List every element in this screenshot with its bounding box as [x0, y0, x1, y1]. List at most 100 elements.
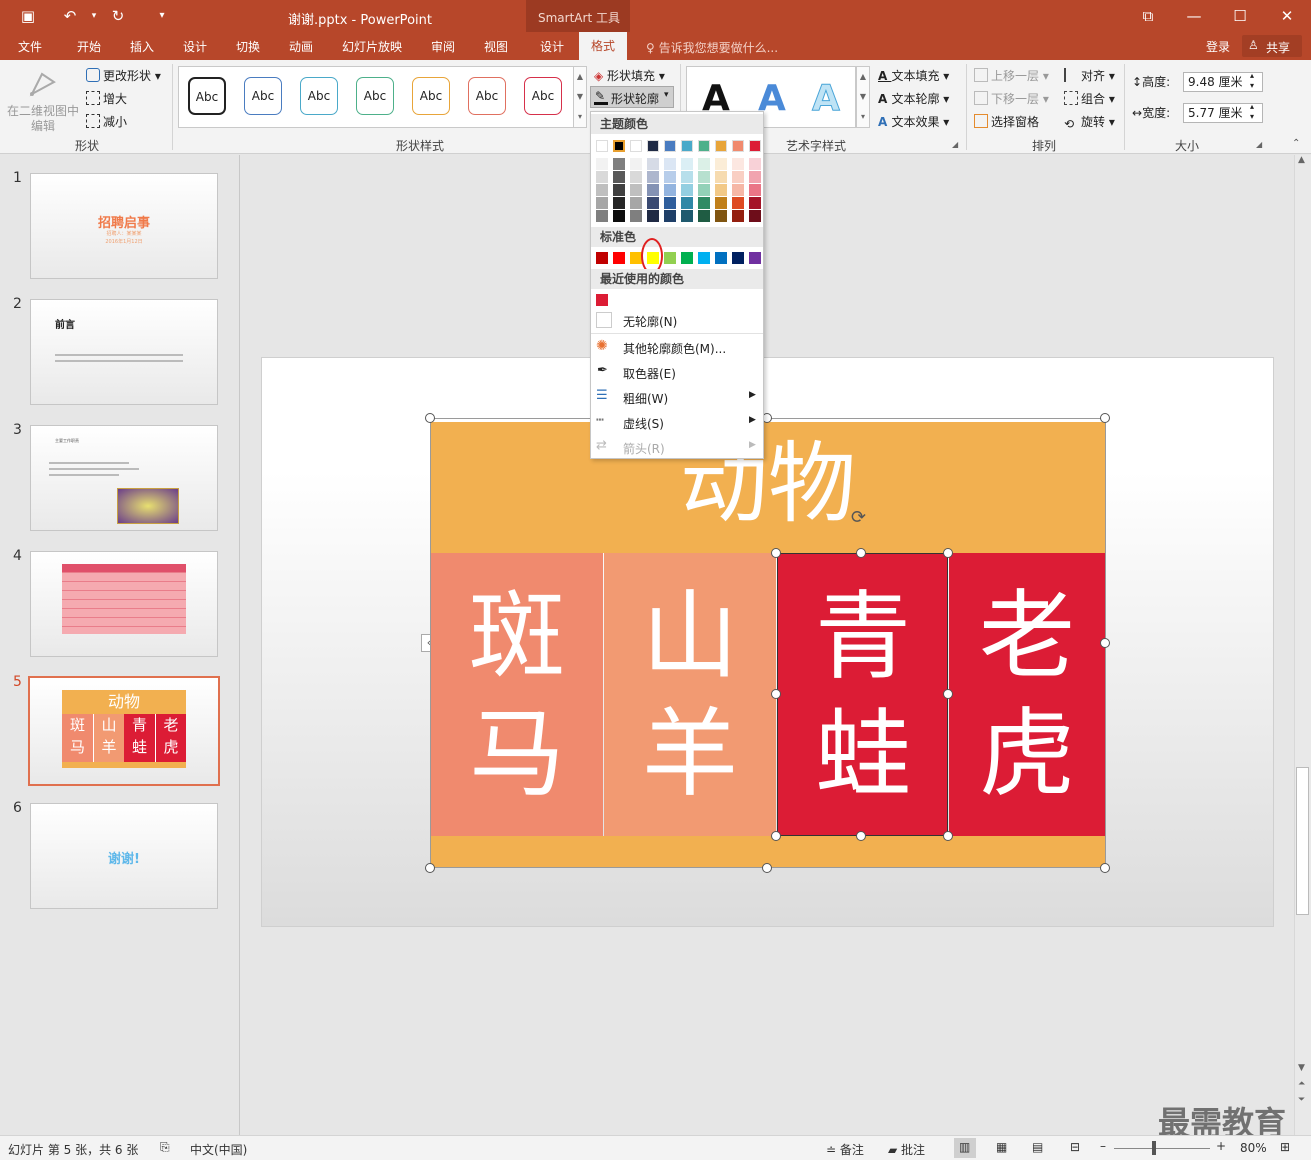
- resize-handle[interactable]: [425, 413, 435, 423]
- theme-color-swatch[interactable]: [647, 171, 659, 183]
- resize-handle[interactable]: [943, 831, 953, 841]
- theme-color-swatch[interactable]: [630, 171, 642, 183]
- text-effect-button[interactable]: A 文本效果 ▾: [878, 113, 949, 130]
- theme-color-swatch[interactable]: [715, 210, 727, 222]
- shape-style-1[interactable]: Abc: [188, 77, 226, 115]
- tab-transitions[interactable]: 切换: [236, 38, 260, 55]
- theme-color-swatch[interactable]: [732, 140, 744, 152]
- tab-view[interactable]: 视图: [484, 38, 508, 55]
- smartart-header-shape[interactable]: 动物: [431, 422, 1105, 553]
- resize-handle[interactable]: [943, 548, 953, 558]
- theme-color-swatch[interactable]: [596, 140, 608, 152]
- theme-color-swatch[interactable]: [596, 197, 608, 209]
- group-button[interactable]: 组合 ▾: [1064, 90, 1115, 107]
- resize-handle[interactable]: [425, 863, 435, 873]
- undo-icon[interactable]: ↶: [60, 6, 80, 26]
- theme-color-swatch[interactable]: [596, 210, 608, 222]
- theme-color-swatch[interactable]: [664, 210, 676, 222]
- theme-color-swatch[interactable]: [715, 158, 727, 170]
- dialog-launcher-icon[interactable]: ◢: [952, 140, 958, 149]
- shape-style-7[interactable]: Abc: [524, 77, 562, 115]
- collapse-ribbon-icon[interactable]: ⌃: [1292, 138, 1300, 149]
- slide-thumbnail-1[interactable]: 招聘启事 招聘人：某某某 2016年1月12日: [30, 173, 218, 279]
- rotate-handle-icon[interactable]: ⟳: [851, 507, 866, 528]
- resize-handle[interactable]: [1100, 638, 1110, 648]
- theme-color-swatch[interactable]: [732, 171, 744, 183]
- theme-color-swatch[interactable]: [698, 197, 710, 209]
- customize-toolbar-icon[interactable]: ▾: [152, 6, 172, 26]
- spellcheck-icon[interactable]: ⎘: [160, 1140, 170, 1155]
- slide-thumbnail-2[interactable]: 前言: [30, 299, 218, 405]
- theme-color-swatch[interactable]: [749, 210, 761, 222]
- theme-color-swatch[interactable]: [630, 184, 642, 196]
- edit-2d-button[interactable]: 在二维视图中编辑: [6, 66, 79, 136]
- shape-style-3[interactable]: Abc: [300, 77, 338, 115]
- undo-dropdown-icon[interactable]: ▾: [84, 6, 104, 26]
- theme-color-swatch[interactable]: [681, 140, 693, 152]
- resize-handle[interactable]: [771, 689, 781, 699]
- theme-color-swatch[interactable]: [596, 158, 608, 170]
- theme-color-swatch[interactable]: [630, 210, 642, 222]
- resize-handle[interactable]: [762, 863, 772, 873]
- resize-handle[interactable]: [943, 689, 953, 699]
- tell-me-box[interactable]: ♀ 告诉我您想要做什么...: [646, 39, 778, 56]
- next-slide-icon[interactable]: ⏷: [1298, 1095, 1305, 1105]
- standard-color-swatch[interactable]: [732, 252, 744, 264]
- theme-color-swatch[interactable]: [613, 158, 625, 170]
- tab-animations[interactable]: 动画: [289, 38, 313, 55]
- theme-color-swatch[interactable]: [698, 158, 710, 170]
- wordart-style-3[interactable]: A: [812, 78, 841, 120]
- standard-color-swatch[interactable]: [613, 252, 625, 264]
- text-fill-button[interactable]: A 文本填充 ▾: [878, 67, 949, 84]
- theme-color-swatch[interactable]: [630, 197, 642, 209]
- redo-icon[interactable]: ↻: [108, 6, 128, 26]
- theme-color-swatch[interactable]: [664, 184, 676, 196]
- smartart-cell-frog-selected[interactable]: 青 蛙: [777, 553, 948, 836]
- theme-color-swatch[interactable]: [596, 171, 608, 183]
- resize-handle[interactable]: [1100, 413, 1110, 423]
- smartart-cell-tiger[interactable]: 老 虎: [949, 553, 1105, 836]
- smartart-cell-zebra[interactable]: 斑 马: [431, 553, 603, 836]
- minimize-icon[interactable]: —: [1184, 6, 1204, 26]
- dashes-item[interactable]: 虚线(S): [623, 415, 664, 432]
- enlarge-button[interactable]: 增大: [86, 90, 127, 107]
- tab-smartart-design[interactable]: 设计: [540, 38, 564, 55]
- theme-color-swatch[interactable]: [715, 140, 727, 152]
- width-spinner[interactable]: ▴ ▾: [1250, 102, 1254, 122]
- tab-home[interactable]: 开始: [77, 38, 101, 55]
- slide-sorter-icon[interactable]: ▦: [996, 1140, 1007, 1154]
- theme-color-swatch[interactable]: [749, 197, 761, 209]
- normal-view-button[interactable]: ▥: [954, 1138, 976, 1158]
- align-button[interactable]: 对齐 ▾: [1064, 67, 1115, 84]
- language-indicator[interactable]: 中文(中国): [190, 1141, 247, 1158]
- theme-color-swatch[interactable]: [647, 140, 659, 152]
- resize-handle[interactable]: [771, 831, 781, 841]
- scroll-up-icon[interactable]: ▲: [1298, 155, 1305, 165]
- zoom-slider[interactable]: [1114, 1148, 1210, 1149]
- text-outline-button[interactable]: A 文本轮廓 ▾: [878, 90, 949, 107]
- shape-style-2[interactable]: Abc: [244, 77, 282, 115]
- comments-button[interactable]: ▰ 批注: [888, 1141, 925, 1158]
- size-dialog-launcher-icon[interactable]: ◢: [1256, 140, 1262, 149]
- tab-review[interactable]: 审阅: [431, 38, 455, 55]
- rotate-button[interactable]: ⟲ 旋转 ▾: [1064, 113, 1115, 131]
- arrows-item[interactable]: 箭头(R): [623, 440, 665, 457]
- theme-color-swatch[interactable]: [749, 184, 761, 196]
- fit-to-window-icon[interactable]: ⊞: [1280, 1140, 1290, 1154]
- more-outline-colors-item[interactable]: 其他轮廓颜色(M)...: [623, 340, 726, 357]
- shape-style-5[interactable]: Abc: [412, 77, 450, 115]
- zoom-level[interactable]: 80%: [1240, 1141, 1267, 1155]
- slide-thumbnail-3[interactable]: 主要工作职责: [30, 425, 218, 531]
- theme-color-swatch[interactable]: [749, 171, 761, 183]
- tab-insert[interactable]: 插入: [130, 38, 154, 55]
- theme-color-swatch[interactable]: [715, 184, 727, 196]
- theme-color-swatch[interactable]: [647, 158, 659, 170]
- theme-color-swatch[interactable]: [698, 210, 710, 222]
- standard-color-swatch[interactable]: [715, 252, 727, 264]
- theme-color-swatch[interactable]: [681, 197, 693, 209]
- theme-color-swatch[interactable]: [681, 210, 693, 222]
- theme-color-swatch[interactable]: [698, 171, 710, 183]
- theme-color-swatch[interactable]: [698, 184, 710, 196]
- standard-color-swatch[interactable]: [596, 252, 608, 264]
- slideshow-view-icon[interactable]: ⊟: [1070, 1140, 1080, 1154]
